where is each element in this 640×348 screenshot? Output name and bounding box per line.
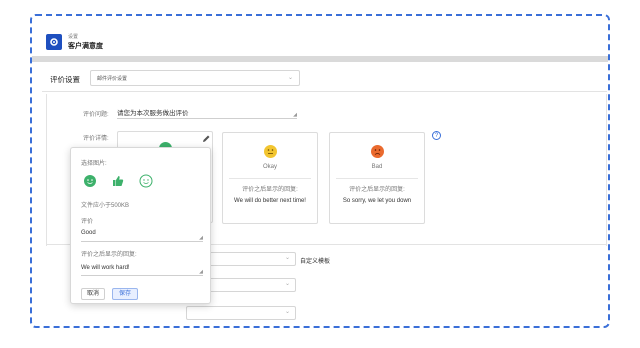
reply-input-value[interactable]: We will work hard! bbox=[81, 265, 130, 271]
rating-type-select-value: 邮件评价设置 bbox=[97, 76, 128, 82]
chevron-down-icon: ⌄ bbox=[287, 75, 293, 81]
third-select[interactable]: ⌄ bbox=[186, 306, 296, 320]
bad-response-text: So sorry, we let you down bbox=[342, 198, 412, 204]
resize-handle-icon[interactable]: ◢ bbox=[199, 235, 203, 241]
resize-handle-icon[interactable]: ◢ bbox=[199, 269, 203, 275]
question-input[interactable]: 请您为本次服务做出评价 ◢ bbox=[117, 107, 297, 119]
rating-input[interactable]: ◢ bbox=[81, 235, 203, 242]
okay-card[interactable]: Okay 评价之后显示的回复: We will do better next t… bbox=[222, 132, 318, 224]
choose-image-label: 选择图片: bbox=[81, 161, 107, 167]
question-input-value: 请您为本次服务做出评价 bbox=[117, 110, 189, 117]
smile-option-icon[interactable] bbox=[83, 174, 97, 193]
card-divider bbox=[229, 178, 311, 179]
okay-response-text: We will do better next time! bbox=[234, 198, 306, 204]
rating-type-select[interactable]: 邮件评价设置 ⌄ bbox=[90, 70, 300, 86]
detail-label: 评价详情: bbox=[83, 136, 109, 142]
thumbs-up-icon[interactable] bbox=[111, 174, 125, 193]
page-title: 客户满意度 bbox=[68, 43, 103, 50]
settings-logo-icon bbox=[46, 34, 62, 50]
sad-face-icon bbox=[370, 145, 384, 158]
outline-smile-icon[interactable] bbox=[139, 174, 153, 193]
save-button[interactable]: 保存 bbox=[112, 288, 138, 300]
top-bar: 设置 客户满意度 bbox=[32, 16, 608, 58]
bad-label: Bad bbox=[371, 164, 383, 170]
okay-label: Okay bbox=[262, 164, 277, 170]
rating-settings-header: 评价设置 邮件评价设置 ⌄ bbox=[42, 66, 607, 92]
okay-response-label: 评价之后显示的回复: bbox=[242, 187, 298, 193]
custom-template-link[interactable]: 自定义模板 bbox=[300, 256, 330, 265]
chevron-down-icon: ⌄ bbox=[284, 309, 290, 315]
help-icon[interactable]: ? bbox=[432, 131, 441, 140]
reply-label: 评价之后显示的回复: bbox=[81, 252, 137, 258]
rating-label: 评价 bbox=[81, 219, 94, 225]
rating-input-value[interactable]: Good bbox=[81, 230, 96, 236]
cancel-button[interactable]: 取消 bbox=[81, 288, 105, 300]
neutral-face-icon bbox=[263, 145, 277, 158]
screenshot-frame: 设置 客户满意度 评价设置 邮件评价设置 ⌄ 评价问题: 请您为本次服务做出评价… bbox=[30, 14, 610, 328]
file-size-hint: 文件应小于500KB bbox=[81, 203, 130, 209]
breadcrumb[interactable]: 设置 bbox=[68, 33, 78, 40]
bad-response-label: 评价之后显示的回复: bbox=[349, 187, 405, 193]
question-label: 评价问题: bbox=[83, 112, 109, 118]
card-divider bbox=[336, 178, 418, 179]
chevron-down-icon: ⌄ bbox=[284, 281, 290, 287]
edit-pencil-icon[interactable] bbox=[201, 133, 212, 144]
divider-strip bbox=[32, 56, 608, 62]
section-title: 评价设置 bbox=[50, 75, 80, 84]
reply-input[interactable]: ◢ bbox=[81, 269, 203, 276]
resize-handle-icon[interactable]: ◢ bbox=[293, 112, 297, 118]
bad-card[interactable]: Bad 评价之后显示的回复: So sorry, we let you down bbox=[329, 132, 425, 224]
chevron-down-icon: ⌄ bbox=[284, 255, 290, 261]
edit-rating-popover: 选择图片: 文件应小于500KB 评价 Good ◢ 评价之后显示的回复: We… bbox=[70, 147, 211, 304]
